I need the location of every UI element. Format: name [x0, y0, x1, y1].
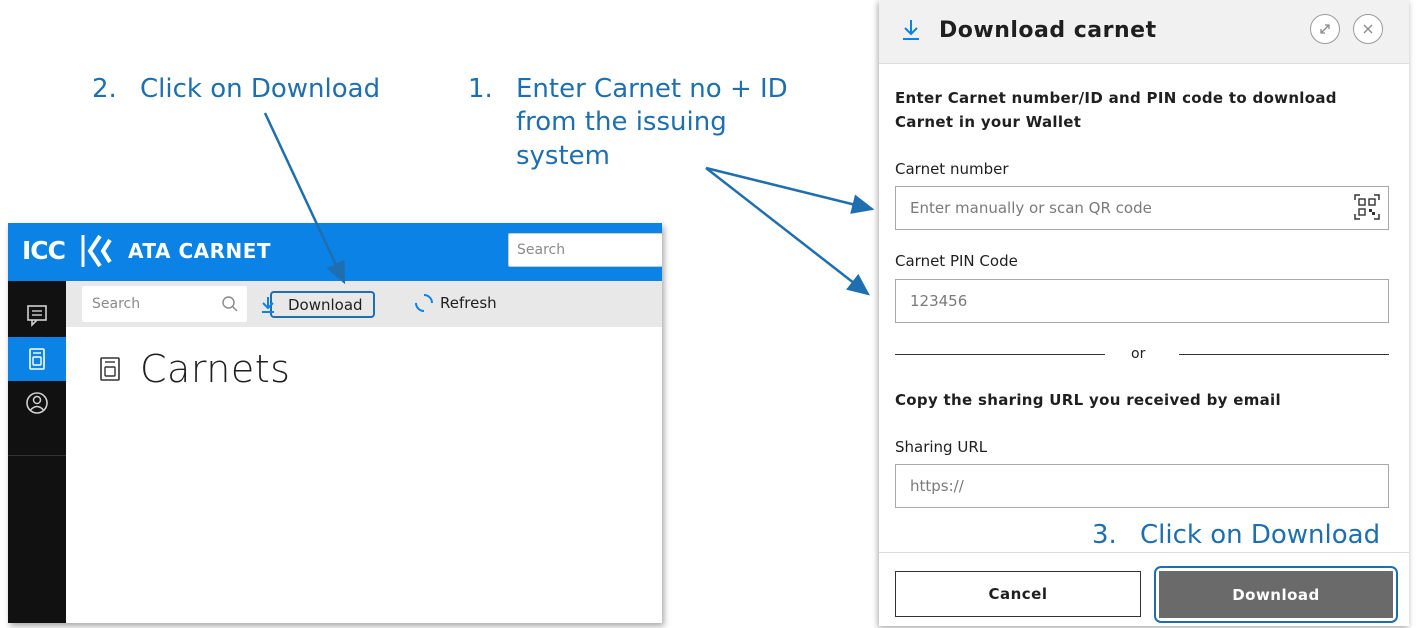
toolbar-refresh-label: Refresh	[440, 294, 497, 312]
chat-icon	[27, 305, 47, 327]
pin-code-input[interactable]	[895, 279, 1389, 323]
carnet-icon	[29, 348, 45, 370]
step1-number: 1.	[468, 74, 493, 104]
app-title: ATA CARNET	[128, 239, 272, 263]
expand-icon	[1320, 24, 1330, 34]
icc-logo: ICC	[22, 236, 66, 265]
expand-button[interactable]	[1310, 14, 1340, 44]
sharing-url-label: Sharing URL	[895, 438, 988, 456]
step3-number: 3.	[1092, 520, 1117, 550]
toolbar: Download Refresh	[66, 281, 662, 327]
download-button-highlight: Download	[1154, 566, 1398, 623]
step1-line2: from the issuing	[516, 107, 727, 138]
carnet-icon	[100, 357, 120, 381]
carnet-number-input[interactable]	[895, 186, 1389, 230]
or-divider-right	[1179, 354, 1389, 355]
close-icon	[1363, 24, 1373, 34]
app-header: ICC ATA CARNET	[8, 223, 662, 281]
app-window: ICC ATA CARNET Search Search Download Re…	[8, 223, 662, 623]
header-search-input[interactable]	[508, 233, 662, 267]
download-button[interactable]: Download	[1159, 571, 1393, 618]
nav-divider	[8, 455, 66, 456]
nav-item-carnets[interactable]	[8, 337, 66, 381]
nav-item-profile[interactable]	[8, 381, 66, 425]
icc-logo-mark-icon	[81, 234, 112, 268]
step1-line3: system	[516, 140, 610, 171]
dialog-header: Download carnet	[879, 0, 1409, 64]
step1-line1: Enter Carnet no + ID	[516, 74, 788, 104]
url-instruction: Copy the sharing URL you received by ema…	[895, 391, 1281, 409]
close-button[interactable]	[1353, 14, 1383, 44]
page-heading: Carnets	[98, 347, 290, 391]
download-icon	[262, 297, 274, 313]
pin-code-label: Carnet PIN Code	[895, 252, 1018, 270]
step2-annotation: 2. Click on Download	[92, 73, 380, 106]
arrow-step1-carnet	[705, 166, 875, 214]
side-nav	[8, 281, 66, 623]
carnet-number-label: Carnet number	[895, 160, 1009, 178]
step3-text: Click on Download	[1140, 520, 1381, 550]
cancel-button[interactable]: Cancel	[895, 571, 1141, 617]
toolbar-search	[82, 286, 247, 322]
user-icon	[26, 392, 48, 414]
arrow-step1-pin	[705, 167, 870, 296]
dialog-title: Download carnet	[939, 18, 1157, 43]
qr-code-icon[interactable]	[1353, 193, 1381, 221]
sharing-url-input[interactable]	[895, 464, 1389, 508]
step3-annotation: 3. Click on Download	[1088, 519, 1385, 553]
or-divider-text: or	[1131, 346, 1146, 362]
toolbar-download-button[interactable]: Download	[262, 291, 375, 318]
download-icon	[903, 20, 919, 40]
nav-item-chat[interactable]	[8, 293, 66, 337]
toolbar-download-label: Download	[288, 295, 363, 314]
search-icon[interactable]	[221, 295, 239, 313]
step2-number: 2.	[92, 74, 117, 104]
dialog-instruction: Enter Carnet number/ID and PIN code to d…	[895, 89, 1337, 131]
toolbar-search-input[interactable]	[82, 286, 217, 322]
step1-annotation: 1. Enter Carnet no + ID from the issuing …	[468, 73, 788, 173]
or-divider-left	[895, 354, 1105, 355]
page-title: Carnets	[140, 347, 291, 391]
toolbar-refresh-button[interactable]: Refresh	[414, 293, 497, 313]
step2-text: Click on Download	[140, 74, 381, 104]
refresh-icon	[415, 294, 433, 312]
